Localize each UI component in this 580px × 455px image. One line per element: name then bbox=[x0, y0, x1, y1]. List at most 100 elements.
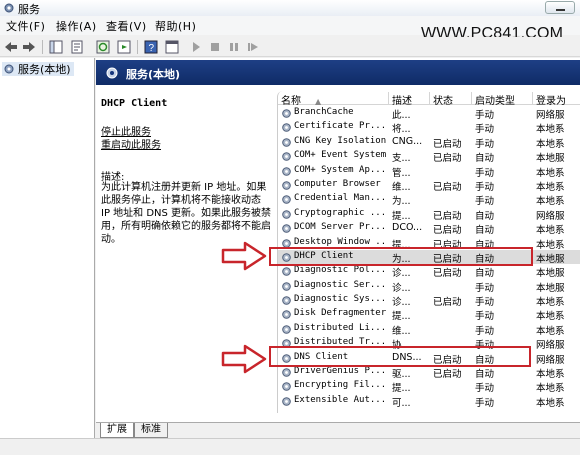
table-row[interactable]: Diagnostic Sys... 诊... 已启动 手动 本地系 bbox=[278, 293, 580, 309]
service-status-cell: 已启动 bbox=[433, 210, 462, 222]
table-row[interactable]: Credential Man... 为... 手动 本地系 bbox=[278, 192, 580, 208]
export-icon[interactable] bbox=[116, 39, 132, 55]
properties-icon[interactable] bbox=[69, 39, 85, 55]
menu-help[interactable]: 帮助(H) bbox=[155, 18, 196, 34]
services-gear-icon bbox=[106, 67, 118, 79]
service-status-cell: 已启动 bbox=[433, 138, 462, 150]
service-gear-icon bbox=[282, 281, 291, 291]
service-startup-type-cell: 手动 bbox=[475, 181, 495, 193]
service-gear-icon bbox=[282, 382, 291, 392]
table-row[interactable]: Encrypting Fil... 提... 手动 本地系 bbox=[278, 379, 580, 395]
help-icon[interactable]: ? bbox=[143, 39, 159, 55]
start-icon[interactable] bbox=[188, 39, 204, 55]
table-row[interactable]: CNG Key Isolation CNG... 已启动 手动 本地系 bbox=[278, 135, 580, 150]
service-description-cell: 为... bbox=[392, 196, 411, 208]
column-header-logon-as[interactable]: 登录为 bbox=[533, 92, 580, 105]
service-startup-type-cell: 手动 bbox=[475, 196, 495, 208]
service-logon-cell: 本地系 bbox=[536, 311, 565, 323]
service-status-cell: 已启动 bbox=[433, 268, 462, 280]
service-logon-cell: 本地服 bbox=[536, 268, 565, 280]
service-description-cell: DCO... bbox=[392, 222, 423, 234]
tree-item-label: 服务(本地) bbox=[18, 63, 71, 76]
restart-icon[interactable] bbox=[245, 39, 261, 55]
service-gear-icon bbox=[282, 181, 291, 190]
service-status-cell: 已启动 bbox=[433, 297, 462, 309]
table-row[interactable]: COM+ System Ap... 管... 手动 本地系 bbox=[278, 164, 580, 179]
service-status-cell: 已启动 bbox=[433, 181, 462, 193]
forward-icon[interactable] bbox=[21, 39, 37, 55]
console-icon[interactable] bbox=[164, 39, 180, 55]
table-row[interactable]: Certificate Pr... 将... 手动 本地系 bbox=[278, 120, 580, 136]
service-name-cell: Certificate Pr... bbox=[294, 121, 387, 132]
service-gear-icon bbox=[282, 152, 291, 161]
service-startup-type-cell: 自动 bbox=[475, 153, 495, 165]
service-description-cell: 维... bbox=[392, 181, 411, 193]
service-gear-icon bbox=[282, 267, 291, 277]
service-status-cell: 已启动 bbox=[433, 225, 462, 237]
service-gear-icon bbox=[282, 209, 291, 219]
services-gear-icon bbox=[4, 64, 14, 74]
tree-item-services-local[interactable]: 服务(本地) bbox=[2, 62, 74, 76]
column-header-status[interactable]: 状态 bbox=[430, 92, 472, 105]
service-name-cell: Desktop Window ... bbox=[294, 236, 388, 247]
service-description-cell: 支... bbox=[392, 153, 411, 165]
table-row[interactable]: Cryptographic ... 提... 已启动 自动 网络服 bbox=[278, 207, 580, 222]
tab-standard[interactable]: 标准 bbox=[134, 423, 168, 438]
service-description-cell: 可... bbox=[392, 397, 411, 409]
refresh-icon[interactable] bbox=[95, 39, 111, 55]
column-header-name[interactable]: 名称 ▲ bbox=[278, 92, 389, 105]
service-description-cell: 诊... bbox=[392, 282, 411, 294]
table-row[interactable]: Extensible Aut... 可... 手动 本地系 bbox=[278, 394, 580, 409]
table-row[interactable]: Distributed Li... 维... 手动 本地系 bbox=[278, 322, 580, 337]
service-gear-icon bbox=[282, 325, 291, 334]
service-gear-icon bbox=[282, 137, 291, 147]
service-description-cell: 将... bbox=[392, 124, 411, 136]
tab-extended[interactable]: 扩展 bbox=[100, 423, 134, 438]
service-description-cell: 驱... bbox=[392, 369, 411, 381]
column-header-startup-type[interactable]: 启动类型 bbox=[472, 92, 533, 105]
service-description-cell: 管... bbox=[392, 167, 411, 179]
service-gear-icon bbox=[282, 123, 291, 133]
menu-view[interactable]: 查看(V) bbox=[106, 18, 147, 34]
service-status-cell: 已启动 bbox=[433, 369, 462, 381]
table-row[interactable]: COM+ Event System 支... 已启动 自动 本地服 bbox=[278, 149, 580, 165]
service-logon-cell: 本地服 bbox=[536, 282, 565, 294]
pause-icon[interactable] bbox=[226, 39, 242, 55]
service-logon-cell: 本地系 bbox=[536, 167, 565, 179]
column-header-description[interactable]: 描述 bbox=[389, 92, 430, 105]
menu-action[interactable]: 操作(A) bbox=[56, 18, 97, 34]
service-startup-type-cell: 手动 bbox=[475, 325, 495, 337]
service-gear-icon bbox=[282, 109, 291, 118]
back-icon[interactable] bbox=[3, 39, 19, 55]
service-name-cell: Distributed Li... bbox=[294, 322, 387, 333]
restart-service-link[interactable]: 重启动此服务 bbox=[101, 136, 161, 151]
stop-icon[interactable] bbox=[207, 39, 223, 55]
service-description-cell: 提... bbox=[392, 311, 411, 323]
service-status-cell: 已启动 bbox=[433, 153, 462, 165]
service-name-cell: Computer Browser bbox=[294, 178, 381, 189]
service-name-cell: Diagnostic Sys... bbox=[294, 294, 387, 305]
table-row[interactable]: Disk Defragmenter 提... 手动 本地系 bbox=[278, 307, 580, 323]
table-row[interactable]: DCOM Server Pr... DCO... 已启动 自动 本地系 bbox=[278, 221, 580, 237]
service-logon-cell: 本地系 bbox=[536, 383, 565, 395]
view-tabs: 扩展 标准 bbox=[96, 422, 580, 438]
table-row[interactable]: Diagnostic Ser... 诊... 手动 本地服 bbox=[278, 279, 580, 294]
minimize-button[interactable] bbox=[545, 1, 575, 14]
table-row[interactable]: Computer Browser 维... 已启动 手动 本地系 bbox=[278, 178, 580, 193]
service-startup-type-cell: 手动 bbox=[475, 297, 495, 309]
table-row[interactable]: Diagnostic Pol... 诊... 已启动 自动 本地服 bbox=[278, 264, 580, 280]
service-logon-cell: 本地系 bbox=[536, 325, 565, 337]
table-row[interactable]: DriverGenius P... 驱... 已启动 自动 本地系 bbox=[278, 365, 580, 381]
status-bar bbox=[0, 438, 580, 455]
pane-title: 服务(本地) bbox=[126, 68, 181, 81]
arrow-right-icon bbox=[221, 241, 267, 271]
service-startup-type-cell: 手动 bbox=[475, 383, 495, 395]
service-logon-cell: 本地服 bbox=[536, 253, 565, 265]
dhcp-highlight-box bbox=[269, 247, 533, 266]
service-name-cell: BranchCache bbox=[294, 107, 354, 117]
show-tree-icon[interactable] bbox=[48, 39, 64, 55]
service-name-cell: Diagnostic Pol... bbox=[294, 265, 387, 276]
column-name-label: 名称 bbox=[281, 96, 301, 105]
table-row[interactable]: BranchCache 此... 手动 网络服 bbox=[278, 106, 580, 121]
menu-file[interactable]: 文件(F) bbox=[6, 18, 45, 34]
